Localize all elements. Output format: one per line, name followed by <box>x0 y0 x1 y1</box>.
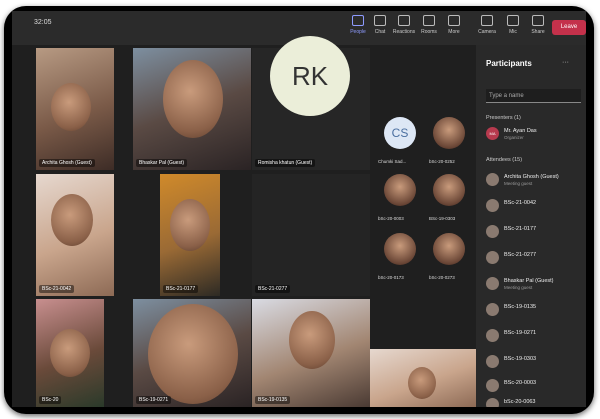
participant-item[interactable]: BSc-19-0135 <box>486 302 582 318</box>
small-tile-name: Chumki Sad... <box>378 159 407 164</box>
tile-name: Romisha khatun (Guest) <box>255 159 316 167</box>
avatar <box>486 173 499 186</box>
share-button[interactable]: Share <box>525 15 551 35</box>
panel-title: Participants <box>486 59 532 68</box>
participant-video <box>51 83 91 131</box>
device-frame: 32:05 People Chat Reactions Rooms More C… <box>4 6 594 414</box>
tile-name: BSc-19-0135 <box>255 396 291 404</box>
small-tile-bsc-20-0273[interactable] <box>433 233 465 265</box>
mic-icon <box>507 15 519 26</box>
tile-name: BSc-19-0271 <box>136 396 172 404</box>
camera-button[interactable]: Camera <box>474 15 500 35</box>
small-tile-name: bSc-20-0173 <box>378 275 404 280</box>
avatar: MA <box>486 127 499 140</box>
attendees-section[interactable]: Attendees (15) <box>486 157 522 163</box>
reactions-button[interactable]: Reactions <box>391 15 417 35</box>
video-tile-bsc-19-0271[interactable]: BSc-19-0271 <box>133 299 251 407</box>
participant-item[interactable]: BSc-20-0003 <box>486 378 582 394</box>
video-tile-bsc-21-0177[interactable]: BSc-21-0177 <box>160 174 220 296</box>
self-video-preview[interactable] <box>370 349 476 407</box>
avatar <box>486 379 499 392</box>
participants-panel: Participants ··· Type a name Presenters … <box>476 45 586 407</box>
participant-item[interactable]: BSc-21-0042 <box>486 198 582 214</box>
more-button[interactable]: More <box>441 15 467 35</box>
video-tile-archita[interactable]: Archita Ghosh (Guest) <box>36 48 114 170</box>
tile-name: BSc-21-0277 <box>255 285 291 293</box>
participant-presenter[interactable]: MA Mr. Ayan Das Organizer <box>486 126 582 142</box>
participant-video <box>50 329 90 377</box>
small-tile-bsc-20-0173[interactable] <box>384 233 416 265</box>
chat-icon <box>374 15 386 26</box>
camera-icon <box>481 15 493 26</box>
participant-item[interactable]: Bhaskar Pal (Guest) Meeting guest <box>486 276 582 292</box>
participant-video <box>408 367 436 399</box>
participant-item[interactable]: Archita Ghosh (Guest) Meeting guest <box>486 172 582 188</box>
avatar <box>486 355 499 368</box>
participant-video <box>148 304 238 404</box>
mic-button[interactable]: Mic <box>500 15 526 35</box>
participant-video <box>163 60 223 138</box>
avatar <box>486 277 499 290</box>
video-tile-bsc-20[interactable]: BSc-20 <box>36 299 104 407</box>
share-icon <box>532 15 544 26</box>
rooms-button[interactable]: Rooms <box>416 15 442 35</box>
rooms-icon <box>423 15 435 26</box>
avatar <box>486 329 499 342</box>
participant-item[interactable]: BSc-21-0177 <box>486 224 582 240</box>
reactions-icon <box>398 15 410 26</box>
small-tile-chumki[interactable]: CS <box>384 117 416 149</box>
leave-button[interactable]: Leave <box>552 20 586 35</box>
panel-more-icon[interactable]: ··· <box>562 59 569 66</box>
avatar <box>486 303 499 316</box>
tile-name: BSc-20 <box>39 396 62 404</box>
tile-name: Bhaskar Pal (Guest) <box>136 159 188 167</box>
participant-video <box>289 311 335 369</box>
small-tile-name: bSc-20-0273 <box>429 275 455 280</box>
participant-item[interactable]: bSc-20-0063 <box>486 397 582 407</box>
video-tile-bsc-19-0135[interactable]: BSc-19-0135 <box>252 299 370 407</box>
participant-search-input[interactable]: Type a name <box>486 89 581 103</box>
tile-name: Archita Ghosh (Guest) <box>39 159 95 167</box>
small-tile-bsc-19-0303[interactable] <box>433 174 465 206</box>
avatar <box>486 398 499 407</box>
people-icon <box>352 15 364 26</box>
tile-name: BSc-21-0042 <box>39 285 75 293</box>
video-tile-bsc-21-0277[interactable]: BSc-21-0277 <box>252 174 370 296</box>
more-icon <box>448 15 460 26</box>
small-tile-name: bSc-20-0003 <box>378 216 404 221</box>
teams-meeting-window: 32:05 People Chat Reactions Rooms More C… <box>12 11 586 407</box>
avatar <box>486 225 499 238</box>
small-tile-name: BSc-19-0303 <box>429 216 456 221</box>
video-tile-bhaskar[interactable]: Bhaskar Pal (Guest) <box>133 48 251 170</box>
video-tile-bsc-21-0042[interactable]: BSc-21-0042 <box>36 174 114 296</box>
avatar <box>486 199 499 212</box>
participant-item[interactable]: BSc-19-0303 <box>486 354 582 370</box>
participant-video <box>51 194 93 246</box>
meeting-timer: 32:05 <box>34 19 52 26</box>
presenters-section[interactable]: Presenters (1) <box>486 115 521 121</box>
participant-item[interactable]: BSc-21-0277 <box>486 250 582 266</box>
small-tile-bsc-20-0003[interactable] <box>384 174 416 206</box>
avatar-initials: RK <box>270 36 350 116</box>
chat-button[interactable]: Chat <box>367 15 393 35</box>
participant-item[interactable]: BSc-19-0271 <box>486 328 582 344</box>
tile-name: BSc-21-0177 <box>163 285 199 293</box>
avatar <box>486 251 499 264</box>
small-tile-bsc-20-0252[interactable] <box>433 117 465 149</box>
small-tile-name: bSc-20-0252 <box>429 159 455 164</box>
participant-video <box>170 199 210 251</box>
